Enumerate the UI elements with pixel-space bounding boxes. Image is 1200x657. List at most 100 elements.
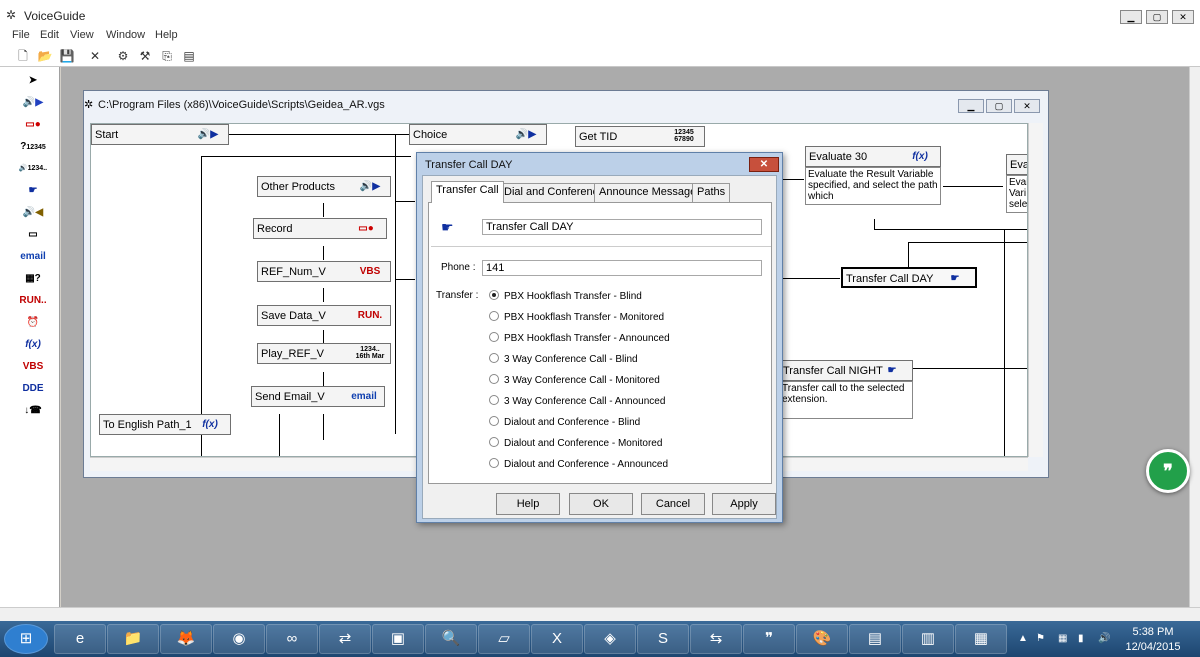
module-name-field[interactable]	[482, 219, 762, 235]
view-icon[interactable]: ▤	[180, 48, 198, 64]
hangouts-icon[interactable]: ❞	[743, 624, 795, 654]
main-horizontal-scrollbar[interactable]	[0, 607, 1200, 621]
remote-icon[interactable]: ▤	[849, 624, 901, 654]
node-evaluate-30[interactable]: Evaluate 30 f(x)	[805, 146, 941, 167]
show-hidden-icons-icon[interactable]: ▲	[1018, 633, 1028, 644]
node-other-products[interactable]: Other Products 🔊▶	[257, 176, 391, 197]
radio-circle-icon[interactable]	[489, 374, 499, 384]
menu-file[interactable]: File	[12, 29, 30, 41]
radio-circle-icon[interactable]	[489, 311, 499, 321]
save-icon[interactable]: 💾	[58, 48, 76, 64]
run-icon[interactable]: RUN..	[10, 291, 56, 310]
delete-icon[interactable]: ✕	[86, 48, 104, 64]
node-transfer-call-day[interactable]: Transfer Call DAY ☛	[841, 267, 977, 288]
radio-circle-icon[interactable]	[489, 437, 499, 447]
script-maximize-button[interactable]: ▢	[986, 99, 1012, 113]
skype-icon[interactable]: S	[637, 624, 689, 654]
clock-time[interactable]: 5:38 PM	[1128, 626, 1178, 638]
tab-announce-messages[interactable]: Announce Messages	[594, 183, 707, 202]
menu-window[interactable]: Window	[106, 29, 145, 41]
menu-edit[interactable]: Edit	[40, 29, 59, 41]
settings-icon[interactable]: ⚙	[114, 48, 132, 64]
canvas-vertical-scrollbar[interactable]	[1028, 123, 1043, 457]
search-icon[interactable]: 🔍	[425, 624, 477, 654]
new-file-icon[interactable]: 🗋	[14, 48, 32, 64]
radio-circle-icon[interactable]	[489, 332, 499, 342]
xamarin-icon[interactable]: X	[531, 624, 583, 654]
tools-icon[interactable]: ⚒	[136, 48, 154, 64]
firefox-icon[interactable]: 🦊	[160, 624, 212, 654]
main-vertical-scrollbar[interactable]	[1189, 67, 1200, 607]
copy-icon[interactable]: ⎘	[158, 48, 176, 64]
terminal-icon[interactable]: ▥	[902, 624, 954, 654]
query-icon[interactable]: ▦?	[10, 269, 56, 288]
tab-transfer-call[interactable]: Transfer Call	[431, 181, 504, 203]
wifi-icon[interactable]: ▮	[1078, 633, 1084, 644]
tab-paths[interactable]: Paths	[692, 183, 731, 202]
announce-icon[interactable]: 🔊◀	[10, 203, 56, 222]
hangup-icon[interactable]: ↓☎	[10, 401, 56, 420]
radio-circle-icon[interactable]	[489, 458, 499, 468]
minimize-button[interactable]: ▁	[1120, 10, 1142, 24]
box-icon[interactable]: ◈	[584, 624, 636, 654]
apply-button[interactable]: Apply	[712, 493, 776, 515]
transfer-option-radio[interactable]: Dialout and Conference - Announced	[489, 458, 668, 471]
app-icon[interactable]: ∞	[266, 624, 318, 654]
digits-icon[interactable]: ?12345	[10, 137, 56, 156]
node-save-data[interactable]: Save Data_V RUN.	[257, 305, 391, 326]
node-start[interactable]: Start 🔊▶	[91, 124, 229, 145]
node-eval-partial[interactable]: Eva	[1006, 154, 1027, 175]
node-play-ref[interactable]: Play_REF_V 1234.. 16th Mar	[257, 343, 391, 364]
node-to-english-path[interactable]: To English Path_1 f(x)	[99, 414, 231, 435]
transfer-option-radio[interactable]: PBX Hookflash Transfer - Announced	[489, 332, 670, 345]
radio-circle-icon[interactable]	[489, 416, 499, 426]
dde-icon[interactable]: DDE	[10, 379, 56, 398]
transfer-option-radio[interactable]: PBX Hookflash Transfer - Monitored	[489, 311, 664, 324]
close-button[interactable]: ✕	[1172, 10, 1194, 24]
transfer-option-radio[interactable]: 3 Way Conference Call - Blind	[489, 353, 638, 366]
transfer-option-radio[interactable]: PBX Hookflash Transfer - Blind	[489, 290, 642, 303]
script-close-button[interactable]: ✕	[1014, 99, 1040, 113]
ie-icon[interactable]: e	[54, 624, 106, 654]
voicemail-icon[interactable]: ▭	[10, 225, 56, 244]
transfer-icon[interactable]: ☛	[10, 181, 56, 200]
transfer-option-radio[interactable]: 3 Way Conference Call - Announced	[489, 395, 665, 408]
chrome-icon[interactable]: ◉	[213, 624, 265, 654]
radio-circle-icon[interactable]	[489, 290, 499, 300]
volume-icon[interactable]: 🔊	[1098, 633, 1110, 644]
dialog-close-button[interactable]: ✕	[749, 157, 779, 172]
radio-circle-icon[interactable]	[489, 395, 499, 405]
script-minimize-button[interactable]: ▁	[958, 99, 984, 113]
node-record[interactable]: Record ▭●	[253, 218, 387, 239]
pointer-icon[interactable]: ➤	[10, 71, 56, 90]
clock-date[interactable]: 12/04/2015	[1124, 641, 1182, 653]
transfer-option-radio[interactable]: 3 Way Conference Call - Monitored	[489, 374, 660, 387]
node-transfer-call-night[interactable]: Transfer Call NIGHT ☛	[779, 360, 913, 381]
paint-icon[interactable]: 🎨	[796, 624, 848, 654]
notes-icon[interactable]: ▱	[478, 624, 530, 654]
node-choice[interactable]: Choice 🔊▶	[409, 124, 547, 145]
vbs-icon[interactable]: VBS	[10, 357, 56, 376]
office-icon[interactable]: ▦	[955, 624, 1007, 654]
node-ref-num[interactable]: REF_Num_V VBS	[257, 261, 391, 282]
teamviewer-icon[interactable]: ⇆	[690, 624, 742, 654]
help-button[interactable]: Help	[496, 493, 560, 515]
transfer-option-radio[interactable]: Dialout and Conference - Monitored	[489, 437, 662, 450]
transfer-option-radio[interactable]: Dialout and Conference - Blind	[489, 416, 640, 429]
play-icon[interactable]: 🔊▶	[10, 93, 56, 112]
explorer-icon[interactable]: 📁	[107, 624, 159, 654]
menu-help[interactable]: Help	[155, 29, 178, 41]
maximize-button[interactable]: ▢	[1146, 10, 1168, 24]
function-icon[interactable]: f(x)	[10, 335, 56, 354]
start-orb-icon[interactable]: ⊞	[4, 624, 48, 654]
network-tray-icon[interactable]: ▦	[1058, 633, 1067, 644]
node-get-tid[interactable]: Get TID 12345 67890	[575, 126, 705, 147]
ok-button[interactable]: OK	[569, 493, 633, 515]
radio-circle-icon[interactable]	[489, 353, 499, 363]
say-number-icon[interactable]: 🔊1234..	[10, 159, 56, 178]
open-folder-icon[interactable]: 📂	[36, 48, 54, 64]
flag-icon[interactable]: ⚑	[1036, 633, 1045, 644]
phone-field[interactable]	[482, 260, 762, 276]
menu-view[interactable]: View	[70, 29, 94, 41]
network-icon[interactable]: ⇄	[319, 624, 371, 654]
